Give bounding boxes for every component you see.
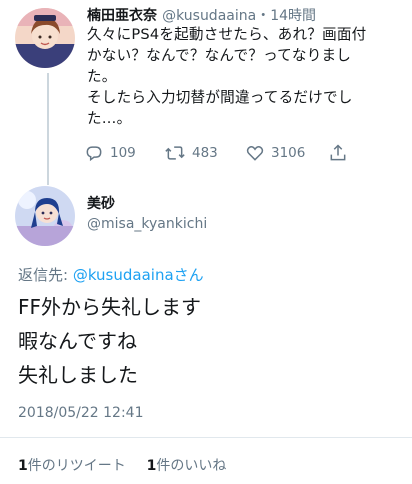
like-button[interactable]: 3106 xyxy=(245,143,305,163)
share-icon xyxy=(330,144,346,161)
header-separator: ・ xyxy=(256,8,271,24)
thread-connector-line xyxy=(47,73,49,185)
retweet-icon xyxy=(165,146,185,160)
original-author-handle[interactable]: @kusudaaina xyxy=(162,8,256,24)
original-author-avatar[interactable] xyxy=(15,8,75,68)
like-stat[interactable]: 1件のいいね xyxy=(147,458,227,474)
reply-count: 109 xyxy=(110,145,136,161)
avatar-image xyxy=(15,8,75,68)
reply-to-mention[interactable]: @kusudaaina xyxy=(73,266,174,284)
tweet-text-line: た…。 xyxy=(87,110,132,127)
tweet-text-line: 久々にPS4を起動させたら、あれ？画面付 xyxy=(87,26,367,43)
reply-to-prefix: 返信先: xyxy=(18,266,73,284)
like-stat-label: 件のいいね xyxy=(156,458,227,474)
original-author-name[interactable]: 楠田亜衣奈 xyxy=(87,8,157,24)
reply-timestamp[interactable]: 2018/05/22 12:41 xyxy=(18,405,144,421)
engagement-stats: 1件のリツイート 1件のいいね xyxy=(18,455,226,475)
avatar-image xyxy=(15,186,75,246)
tweet-text-line: そしたら入力切替が間違ってるだけでし xyxy=(87,89,353,106)
retweet-stat-label: 件のリツイート xyxy=(27,458,126,474)
reply-author-handle[interactable]: @misa_kyankichi xyxy=(87,216,207,232)
reply-icon xyxy=(86,146,102,162)
reply-button[interactable]: 109 xyxy=(84,143,136,163)
original-tweet-time[interactable]: 14時間 xyxy=(270,8,316,24)
original-tweet-header: 楠田亜衣奈 @kusudaaina・14時間 xyxy=(87,5,316,25)
tweet-text-line: た。 xyxy=(87,68,117,85)
retweet-count: 483 xyxy=(192,145,218,161)
reply-author-avatar[interactable] xyxy=(15,186,75,246)
tweet-text-line: 暇なんですね xyxy=(18,329,137,353)
share-button[interactable] xyxy=(328,143,354,163)
like-stat-count: 1 xyxy=(146,458,157,474)
like-icon xyxy=(246,146,264,161)
tweet-text-line: 失礼しました xyxy=(18,363,138,387)
tweet-text-line: FF外から失礼します xyxy=(18,295,202,319)
divider xyxy=(0,437,412,438)
tweet-text-line: かない？なんで？なんで？ってなりまし xyxy=(87,47,352,64)
reply-tweet-text: FF外から失礼します 暇なんですね 失礼しました xyxy=(18,290,398,392)
retweet-stat[interactable]: 1件のリツイート xyxy=(18,458,126,474)
original-tweet-text: 久々にPS4を起動させたら、あれ？画面付 かない？なんで？なんで？ってなりまし … xyxy=(87,24,405,129)
retweet-stat-count: 1 xyxy=(18,458,28,474)
reply-author-name[interactable]: 美砂 xyxy=(87,193,115,213)
like-count: 3106 xyxy=(271,145,306,161)
retweet-button[interactable]: 483 xyxy=(164,143,218,163)
reply-to-suffix: さん xyxy=(173,266,204,284)
reply-to-line: 返信先: @kusudaainaさん xyxy=(18,264,204,285)
